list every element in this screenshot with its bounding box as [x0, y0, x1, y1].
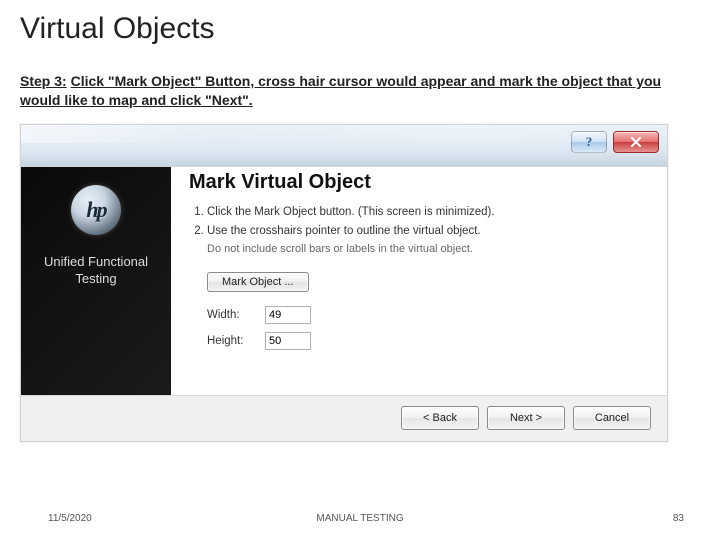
- back-button[interactable]: < Back: [401, 406, 479, 430]
- wizard-step-2: Use the crosshairs pointer to outline th…: [207, 223, 653, 258]
- help-icon: ?: [586, 134, 593, 150]
- width-label: Width:: [207, 309, 255, 321]
- mark-object-button[interactable]: Mark Object ...: [207, 272, 309, 292]
- step2-note: Do not include scroll bars or labels in …: [207, 242, 653, 258]
- help-button[interactable]: ?: [571, 131, 607, 153]
- width-row: Width:: [207, 306, 653, 324]
- height-row: Height:: [207, 332, 653, 350]
- product-line2: Testing: [75, 271, 116, 286]
- hp-logo-text: hp: [86, 197, 105, 223]
- footer-center: MANUAL TESTING: [316, 513, 403, 524]
- window-controls: ?: [571, 131, 659, 153]
- brand-pane: hp Unified Functional Testing: [21, 167, 171, 395]
- dimensions-group: Width: Height:: [207, 306, 653, 350]
- next-button[interactable]: Next >: [487, 406, 565, 430]
- close-icon: [629, 135, 643, 149]
- wizard-step-1: Click the Mark Object button. (This scre…: [207, 204, 653, 221]
- step-number: Step 3:: [20, 73, 67, 89]
- wizard-steps: Click the Mark Object button. (This scre…: [189, 204, 653, 258]
- product-line1: Unified Functional: [44, 254, 148, 269]
- cancel-button[interactable]: Cancel: [573, 406, 651, 430]
- wizard-button-row: < Back Next > Cancel: [21, 395, 667, 441]
- close-button[interactable]: [613, 131, 659, 153]
- wizard-title: Mark Virtual Object: [189, 171, 653, 194]
- height-field[interactable]: [265, 332, 311, 350]
- height-label: Height:: [207, 335, 255, 347]
- footer-date: 11/5/2020: [48, 513, 92, 524]
- footer-page-number: 83: [673, 513, 684, 524]
- slide-title: Virtual Objects: [0, 0, 720, 46]
- dialog-body: hp Unified Functional Testing Mark Virtu…: [21, 167, 667, 395]
- hp-logo-icon: hp: [71, 185, 121, 235]
- wizard-dialog: ? hp Unified Functional Testing Mark Vir…: [20, 124, 668, 442]
- wizard-content: Mark Virtual Object Click the Mark Objec…: [171, 167, 667, 395]
- width-field[interactable]: [265, 306, 311, 324]
- step-text: Click "Mark Object" Button, cross hair c…: [20, 73, 661, 108]
- step2-text: Use the crosshairs pointer to outline th…: [207, 225, 481, 237]
- product-name: Unified Functional Testing: [44, 253, 148, 288]
- slide-footer: 11/5/2020 MANUAL TESTING 83: [0, 513, 720, 524]
- step-instruction: Step 3: Click "Mark Object" Button, cros…: [0, 46, 720, 116]
- titlebar: ?: [21, 125, 667, 167]
- step1-text: Click the Mark Object button. (This scre…: [207, 206, 495, 218]
